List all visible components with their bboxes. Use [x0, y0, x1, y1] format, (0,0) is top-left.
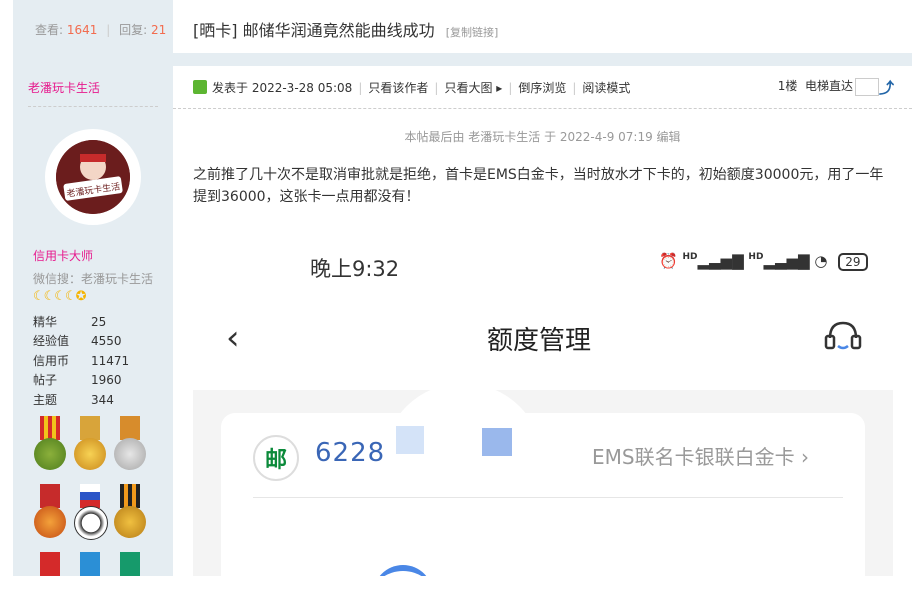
card-type: EMS联名卡银联白金卡 ›: [592, 441, 809, 470]
redaction-mask: [396, 426, 424, 454]
stat-label: 主题: [33, 392, 58, 407]
stat-row: 帖子 1960: [33, 371, 129, 390]
stat-row: 精华 25: [33, 313, 129, 332]
alarm-icon: ⏰: [659, 252, 678, 270]
medal-ribbon-icon[interactable]: [113, 552, 147, 608]
medal-silver-icon[interactable]: [113, 416, 147, 472]
jump-label: 电梯直达: [804, 79, 853, 93]
signal-icon: ▂▃▅▇: [763, 252, 810, 270]
post-content: 之前推了几十次不是取消审批就是拒绝，首卡是EMS白金卡，当时放水才下卡的，初始额…: [193, 167, 884, 205]
go-arrow-icon[interactable]: ⤴: [879, 77, 894, 98]
stat-label: 精华: [33, 315, 58, 329]
signal-hd-label: HD: [748, 252, 764, 262]
card-number: 6228: [315, 438, 386, 468]
stat-value: 4550: [91, 334, 122, 349]
post-header: 发表于 2022-3-28 05:08 | 只看该作者 | 只看大图 ▸ | 倒序浏览 | 阅读…: [173, 66, 912, 109]
stat-value: 11471: [91, 353, 130, 368]
thread-title-text: 邮储华润通竟然能曲线成功: [242, 21, 435, 40]
avatar[interactable]: 老潘玩卡生活: [45, 129, 141, 225]
back-chevron-icon: ‹: [226, 318, 240, 358]
author-stats: 精华 25 经验值 4550 信用币 11471 帖子 1960 主题 344: [33, 313, 129, 410]
medal-gold-shen-icon[interactable]: [73, 416, 107, 472]
replies-count: 21: [151, 23, 167, 37]
edit-note: 本帖最后由 老潘玩卡生活 于 2022-4-9 07:19 编辑: [404, 130, 681, 144]
medal-recommend-icon[interactable]: [33, 484, 67, 540]
views-label: 查看:: [35, 23, 64, 37]
stat-value: 25: [91, 315, 107, 329]
thread-stats: 查看: 1641 | 回复: 21: [13, 0, 173, 53]
chevron-right-icon: ›: [800, 445, 809, 469]
floor-number: 1楼: [777, 79, 798, 93]
online-status-icon: [193, 80, 207, 94]
triangle-right-icon: ▸: [496, 81, 503, 95]
stat-label: 帖子: [33, 373, 58, 388]
thread-tag[interactable]: [晒卡]: [193, 21, 238, 40]
reading-mode-link[interactable]: 阅读模式: [582, 81, 630, 95]
only-author-link[interactable]: 只看该作者: [368, 81, 428, 95]
avatar-logo-icon: 老潘玩卡生活: [56, 140, 130, 214]
card-panel: 邮 6228 EMS联名卡银联白金卡 ›: [221, 413, 865, 576]
author-name[interactable]: 老潘玩卡生活: [28, 79, 100, 96]
stat-label: 经验值: [33, 334, 70, 349]
thread-title: [晒卡] 邮储华润通竟然能曲线成功 [复制链接]: [193, 17, 498, 41]
stat-value: 344: [91, 392, 114, 407]
medal-football-icon[interactable]: [73, 484, 108, 540]
card-divider: [253, 497, 843, 498]
medal-ribbon-icon[interactable]: [33, 552, 67, 608]
stat-row: 经验值 4550: [33, 332, 129, 351]
stat-value: 1960: [91, 373, 122, 388]
signal-hd-label: HD: [682, 252, 698, 262]
status-icons: ⏰ HD▂▃▅▇ HD▂▃▅▇ ◔ 29: [659, 252, 868, 271]
reverse-order-link[interactable]: 倒序浏览: [518, 81, 566, 95]
copy-link[interactable]: [复制链接]: [446, 26, 499, 39]
section-gap: [0, 53, 912, 66]
phone-page-title: 额度管理: [487, 326, 592, 356]
stats-separator: |: [106, 23, 111, 37]
wechat-note: 微信搜：老潘玩卡生活: [33, 272, 154, 286]
post-image[interactable]: 晚上9:32 ⏰ HD▂▃▅▇ HD▂▃▅▇ ◔ 29 ‹ 额度管理 邮 622…: [193, 233, 893, 576]
card-type-text: EMS联名卡银联白金卡: [592, 445, 795, 469]
floor-jump-input[interactable]: [855, 77, 879, 96]
floor-jump: 1楼 电梯直达: [778, 77, 879, 96]
thread-title-area: [晒卡] 邮储华润通竟然能曲线成功 [复制链接]: [173, 0, 912, 53]
phone-status-bar: 晚上9:32 ⏰ HD▂▃▅▇ HD▂▃▅▇ ◔ 29: [193, 233, 893, 295]
wifi-icon: ◔: [814, 252, 828, 270]
medal-ribbon-icon[interactable]: [73, 552, 107, 608]
phone-time: 晚上9:32: [310, 257, 400, 281]
sidebar-divider: [28, 106, 158, 107]
post-meta: 发表于 2022-3-28 05:08 | 只看该作者 | 只看大图 ▸ | 倒序浏览 | 阅读…: [212, 81, 631, 95]
headset-icon: [824, 321, 862, 350]
medal-bowls-icon[interactable]: [33, 416, 67, 472]
replies-label: 回复:: [119, 23, 148, 37]
redaction-mask: [482, 428, 512, 456]
views-count: 1641: [66, 23, 98, 37]
phone-nav-bar: ‹ 额度管理: [193, 295, 893, 390]
stat-row: 信用币 11471: [33, 352, 129, 371]
medal-bronze-icon[interactable]: [113, 484, 147, 540]
battery-icon: 29: [838, 253, 868, 271]
stat-label: 信用币: [33, 353, 70, 368]
postal-logo-icon: 邮: [253, 435, 299, 481]
author-sidebar: 老潘玩卡生活 老潘玩卡生活 信用卡大师 微信搜：老潘玩卡生活 ☾☾☾☾✪ 精华 2…: [13, 66, 173, 576]
big-image-link[interactable]: 只看大图: [444, 81, 492, 95]
stat-row: 主题 344: [33, 391, 129, 410]
post-time: 发表于 2022-3-28 05:08: [212, 81, 353, 95]
rank-stars-icon: ☾☾☾☾✪: [33, 289, 87, 304]
signal-icon: ▂▃▅▇: [697, 252, 744, 270]
user-group[interactable]: 信用卡大师: [33, 247, 93, 264]
